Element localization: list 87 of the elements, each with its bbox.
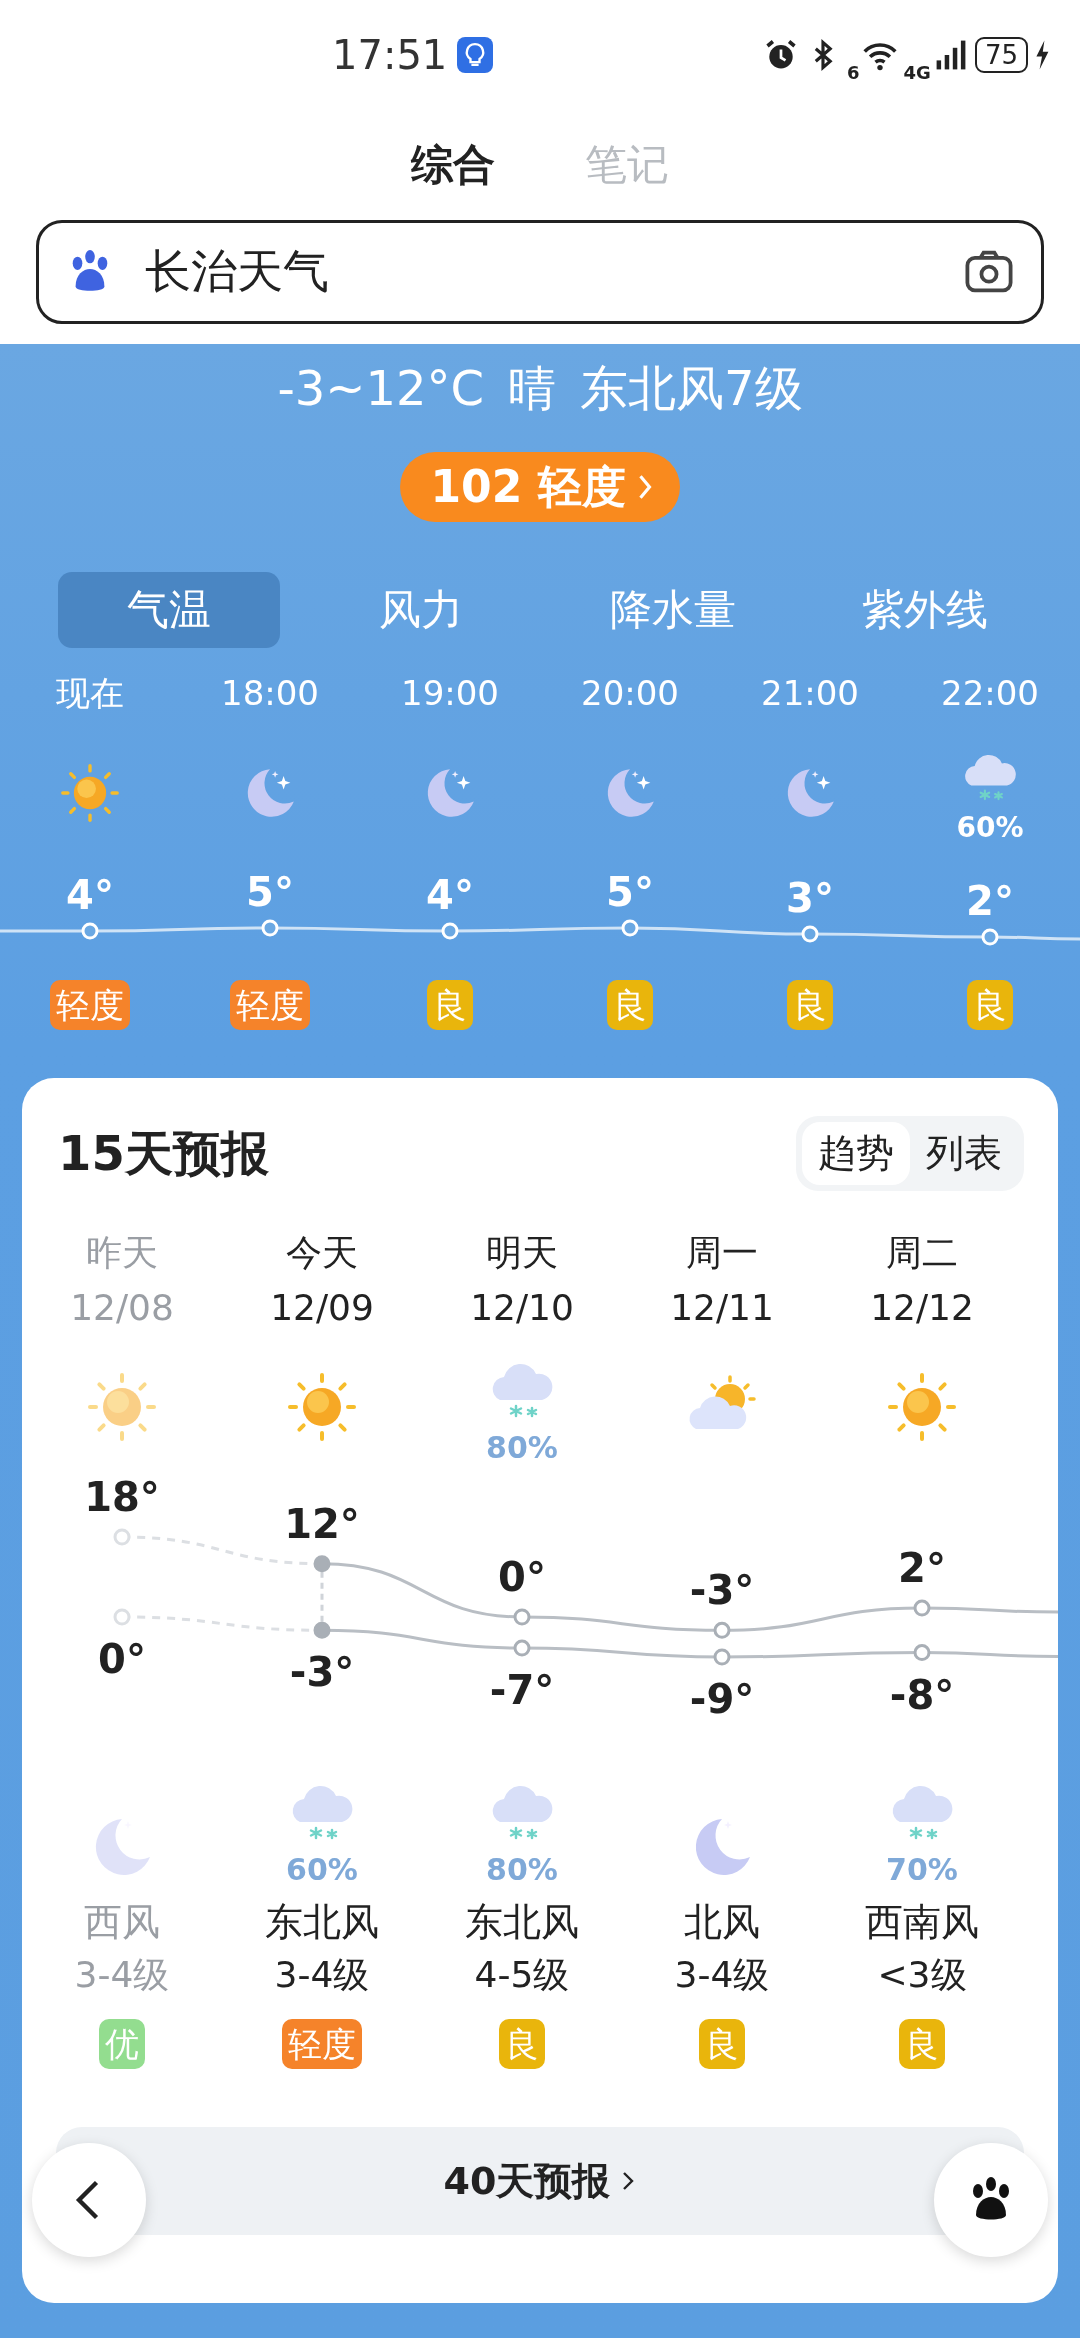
precipitation-chance: 80% <box>486 1429 558 1465</box>
lightbulb-icon <box>457 37 494 73</box>
day-label: 周二 <box>886 1231 958 1275</box>
metric-tab[interactable]: 紫外线 <box>814 572 1036 648</box>
air-quality-badge: 轻度 <box>230 980 310 1030</box>
low-temperature: 0° <box>98 1636 146 1682</box>
precipitation-chance: 60% <box>956 810 1024 844</box>
wind-direction: 北风 <box>684 1899 760 1946</box>
hour-label: 21:00 <box>761 672 859 715</box>
network-type-label: 4G <box>903 61 931 83</box>
metric-tab[interactable]: 降水量 <box>562 572 784 648</box>
data-point <box>261 919 279 937</box>
wind-level: 3-4级 <box>274 1953 370 1997</box>
data-point <box>441 922 459 940</box>
low-temperature: -9° <box>689 1676 755 1722</box>
data-point <box>913 1644 931 1662</box>
card-title: 15天预报 <box>58 1123 269 1183</box>
data-point <box>621 919 639 937</box>
battery-indicator: 75 <box>974 37 1028 73</box>
low-temperature: -3° <box>289 1649 355 1696</box>
air-quality-badge: 轻度 <box>282 2019 362 2069</box>
day-label: 明天 <box>486 1231 558 1275</box>
wind-direction: 西风 <box>84 1899 160 1946</box>
search-field[interactable]: 长治天气 <box>36 220 1044 324</box>
high-temperature: 18° <box>84 1474 160 1520</box>
low-temperature: -7° <box>489 1667 555 1714</box>
air-quality-badge: 良 <box>607 980 653 1030</box>
wind-level: 4-5级 <box>474 1953 570 1997</box>
data-point <box>113 1608 131 1626</box>
data-point <box>801 925 819 943</box>
temperature-label: 3° <box>786 875 834 921</box>
temperature-range: -3~12°C <box>277 359 485 418</box>
day-label: 今天 <box>286 1231 358 1275</box>
data-point <box>981 928 999 946</box>
data-point <box>313 1621 331 1639</box>
air-quality-badge: 良 <box>787 980 833 1030</box>
precipitation-chance: 70% <box>886 1852 958 1887</box>
precipitation-chance: 80% <box>486 1852 558 1887</box>
clock-time: 17:51 <box>332 32 448 78</box>
day-label: 昨天 <box>86 1231 158 1275</box>
high-temperature: -3° <box>689 1567 755 1614</box>
high-temperature: 2° <box>898 1545 946 1592</box>
air-quality-badge: 良 <box>967 980 1013 1030</box>
date-label: 12/11 <box>670 1286 774 1330</box>
temperature-label: 5° <box>246 869 294 915</box>
temperature-label: 4° <box>426 872 474 918</box>
air-quality-badge: 良 <box>699 2019 745 2069</box>
hour-label: 22:00 <box>941 672 1039 715</box>
air-quality-badge: 优 <box>99 2019 145 2069</box>
date-label: 12/09 <box>270 1286 374 1330</box>
air-quality-badge: 良 <box>899 2019 945 2069</box>
hour-label: 18:00 <box>221 672 319 715</box>
wind-direction: 东北风 <box>265 1899 379 1946</box>
hour-label: 19:00 <box>401 672 499 715</box>
wind-summary: 东北风7级 <box>580 359 803 418</box>
metric-tab[interactable]: 风力 <box>310 572 532 648</box>
wifi-standard-label: 6 <box>847 61 860 83</box>
metric-tab[interactable]: 气温 <box>58 572 280 648</box>
high-temperature: 12° <box>284 1500 360 1547</box>
wind-direction: 西南风 <box>865 1899 979 1946</box>
temperature-label: 4° <box>66 872 114 918</box>
low-temperature: -8° <box>889 1671 955 1718</box>
wind-level: 3-4级 <box>674 1953 770 1997</box>
wind-level: <3级 <box>877 1953 967 1997</box>
data-point <box>81 922 99 940</box>
data-point <box>713 1648 731 1666</box>
date-label: 12/10 <box>470 1286 574 1330</box>
date-label: 12/08 <box>70 1286 174 1330</box>
precipitation-chance: 60% <box>286 1852 358 1887</box>
day-label: 周一 <box>686 1231 758 1275</box>
temperature-label: 2° <box>966 878 1014 924</box>
hour-label: 20:00 <box>581 672 679 715</box>
wind-direction: 东北风 <box>465 1899 579 1946</box>
wind-level: 3-4级 <box>74 1953 170 1997</box>
tab[interactable]: 综合 <box>411 137 495 193</box>
high-temperature: 0° <box>498 1554 546 1600</box>
air-quality-badge: 良 <box>499 2019 545 2069</box>
hour-label: 现在 <box>56 672 124 715</box>
air-quality-badge: 良 <box>427 980 473 1030</box>
data-point <box>513 1639 531 1657</box>
date-label: 12/12 <box>870 1286 974 1330</box>
view-tab[interactable]: 趋势 <box>802 1122 910 1185</box>
air-quality-badge: 轻度 <box>50 980 130 1030</box>
weather-condition: 晴 <box>508 359 557 418</box>
view-tab[interactable]: 列表 <box>910 1122 1018 1185</box>
temperature-label: 5° <box>606 869 654 915</box>
air-quality-button[interactable]: 102 轻度 <box>400 452 680 522</box>
